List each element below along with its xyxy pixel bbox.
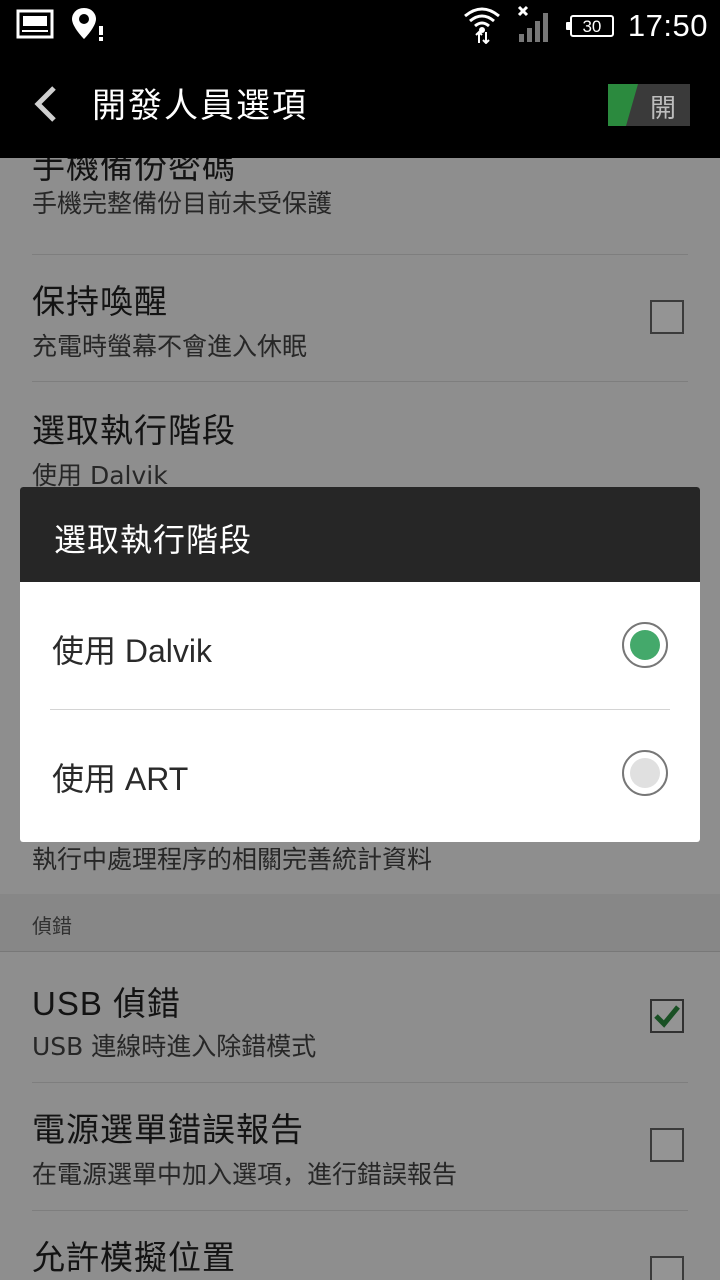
toggle-label: 開 <box>649 94 676 124</box>
dialog-header: 選取執行階段 <box>20 487 700 582</box>
battery-icon: 30 <box>565 15 614 37</box>
battery-level: 30 <box>582 16 602 36</box>
status-bar: 30 17:50 <box>0 0 720 52</box>
wifi-icon <box>462 4 502 48</box>
gallery-icon <box>16 9 54 43</box>
dialog-title: 選取執行階段 <box>54 521 253 559</box>
location-alert-icon <box>70 6 106 46</box>
status-right-icons: 30 17:50 <box>462 4 708 48</box>
status-left-icons <box>16 8 106 44</box>
page-title: 開發人員選項 <box>92 86 308 126</box>
option-art[interactable]: 使用 ART <box>50 710 670 837</box>
radio-selected-icon[interactable] <box>622 622 668 668</box>
radio-unselected-icon[interactable] <box>622 750 668 796</box>
radio-dot <box>630 630 660 660</box>
back-arrow-icon[interactable] <box>28 84 68 124</box>
radio-dot <box>630 758 660 788</box>
no-signal-icon <box>516 4 556 48</box>
clock: 17:50 <box>627 8 708 43</box>
option-label: 使用 ART <box>52 761 189 797</box>
option-label: 使用 Dalvik <box>52 633 213 669</box>
action-bar: 開發人員選項 開 <box>0 52 720 158</box>
select-runtime-dialog: 選取執行階段 使用 Dalvik 使用 ART <box>20 487 700 842</box>
option-dalvik[interactable]: 使用 Dalvik <box>50 582 670 709</box>
developer-options-toggle[interactable]: 開 <box>608 84 690 126</box>
toggle-on-indicator <box>608 84 638 126</box>
